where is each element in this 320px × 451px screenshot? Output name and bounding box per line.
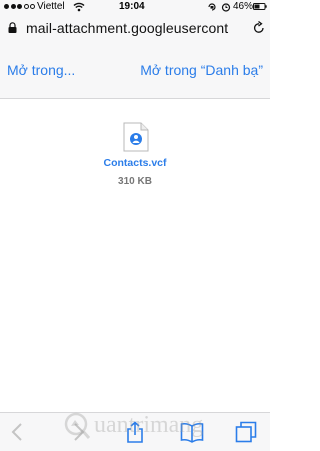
open-in-contacts-button[interactable]: Mở trong “Danh bạ” — [140, 62, 263, 78]
padlock-icon — [8, 22, 17, 33]
battery-percentage: 46% — [233, 1, 254, 12]
attachment-filename[interactable]: Contacts.vcf — [0, 157, 270, 169]
clock-time: 19:04 — [119, 1, 145, 12]
alarm-icon — [221, 3, 231, 12]
wifi-icon — [73, 2, 85, 12]
forward-icon[interactable] — [72, 421, 86, 443]
signal-strength-icon — [4, 4, 35, 9]
url-text[interactable]: mail-attachment.googleusercont — [26, 20, 248, 36]
contact-file-icon[interactable] — [123, 122, 149, 152]
open-in-bar: Mở trong... Mở trong “Danh bạ” — [0, 42, 270, 99]
browser-chrome: Viettel 19:04 46% mail-attachment.google… — [0, 0, 270, 42]
rotation-lock-icon — [208, 3, 216, 11]
open-in-button[interactable]: Mở trong... — [7, 62, 75, 78]
tabs-icon[interactable] — [235, 421, 257, 443]
bookmarks-icon[interactable] — [180, 421, 204, 443]
share-icon[interactable] — [125, 421, 145, 443]
carrier-name: Viettel — [37, 1, 65, 12]
bottom-toolbar — [0, 412, 270, 451]
status-bar: Viettel 19:04 46% — [0, 0, 270, 14]
address-bar[interactable]: mail-attachment.googleusercont — [0, 16, 270, 40]
attachment-size: 310 KB — [118, 176, 152, 187]
reload-icon[interactable] — [253, 21, 265, 34]
back-icon[interactable] — [10, 421, 24, 443]
battery-icon — [253, 3, 267, 10]
